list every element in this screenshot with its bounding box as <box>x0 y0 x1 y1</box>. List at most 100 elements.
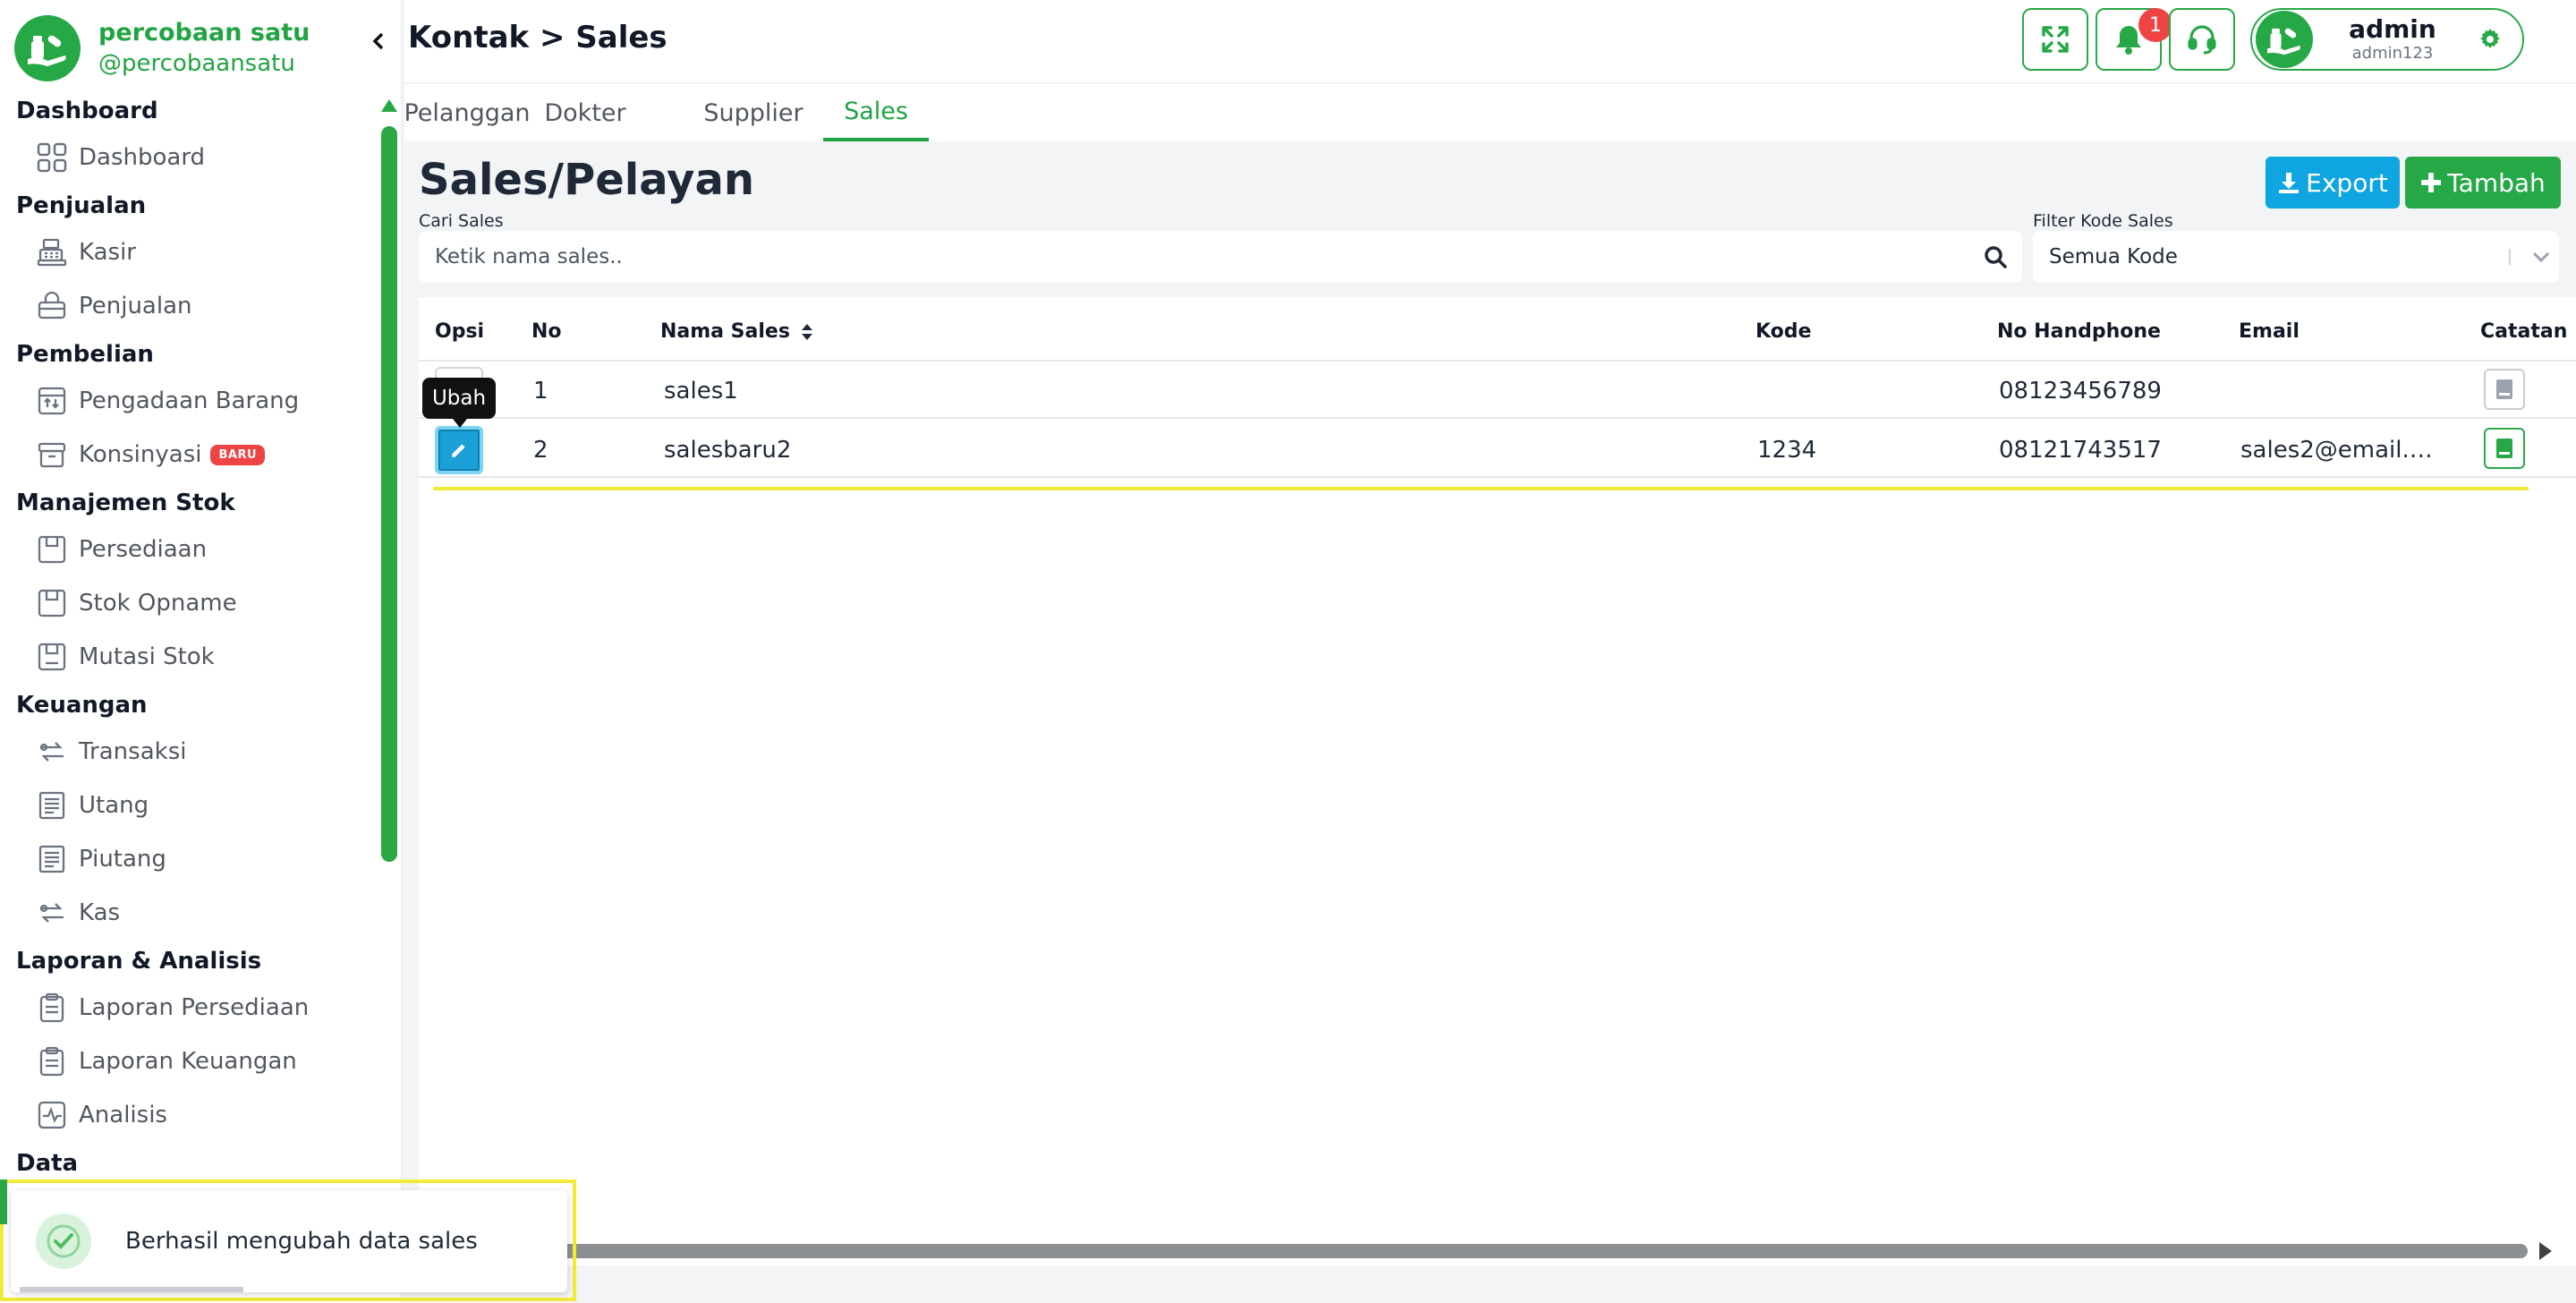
sidebar-item-persediaan[interactable]: Persediaan <box>0 523 376 576</box>
edit-button[interactable] <box>435 426 483 474</box>
sidebar-item-kasir[interactable]: Kasir <box>0 226 376 279</box>
page-title: Sales/Pelayan <box>419 155 755 205</box>
tab-dokter[interactable]: Dokter <box>540 84 630 141</box>
sidebar-item-laporan-persediaan[interactable]: Laporan Persediaan <box>0 981 376 1035</box>
cell-email: sales2@email.com <box>2240 437 2434 464</box>
search-field[interactable] <box>419 231 2022 283</box>
new-badge: BARU <box>210 444 266 465</box>
sidebar-item-label: Pengadaan Barang <box>79 387 300 414</box>
headset-icon <box>2188 25 2216 55</box>
add-sales-button[interactable]: Tambah <box>2405 157 2561 209</box>
note-button[interactable] <box>2484 369 2525 410</box>
sidebar-item-label: Kasir <box>79 239 136 266</box>
support-button[interactable] <box>2169 8 2235 71</box>
fullscreen-button[interactable] <box>2022 8 2088 71</box>
cell-nama-sales: sales1 <box>664 378 738 405</box>
gear-icon <box>2480 29 2500 48</box>
notebook-icon <box>2496 439 2512 458</box>
sidebar-item-label: Transaksi <box>79 738 187 765</box>
section-laporan-analisis: Laporan & Analisis <box>16 948 262 975</box>
transfer-icon <box>34 895 70 931</box>
sidebar-item-kas[interactable]: Kas <box>0 886 376 940</box>
highlight-underline <box>433 487 2529 490</box>
pharmacy-logo-icon <box>14 15 81 81</box>
section-keuangan: Keuangan <box>16 692 148 719</box>
sidebar-item-label: Persediaan <box>79 536 208 563</box>
sidebar-item-mutasi-stok[interactable]: Mutasi Stok <box>0 630 376 684</box>
add-label: Tambah <box>2447 167 2546 198</box>
col-header-nama-sales[interactable]: Nama Sales <box>660 319 813 345</box>
sidebar-item-label: Laporan Persediaan <box>79 994 310 1021</box>
user-menu[interactable]: admin admin123 <box>2250 8 2524 71</box>
select-separator <box>2509 249 2511 265</box>
section-data: Data <box>16 1150 79 1177</box>
sales-table: Opsi No Nama Sales Kode No Handphone Ema… <box>419 297 2576 1265</box>
notification-count-badge: 1 <box>2138 8 2172 42</box>
sidebar-item-analisis[interactable]: Analisis <box>0 1088 376 1142</box>
notifications-button[interactable]: 1 <box>2096 8 2172 71</box>
export-button[interactable]: Export <box>2266 157 2400 209</box>
contact-tabs: Pelanggan Dokter Supplier Sales <box>404 82 2576 141</box>
pharmacy-logo-icon <box>2267 28 2300 55</box>
sidebar: percobaan satu @percobaansatu Dashboard … <box>0 0 403 1303</box>
sidebar-scrollbar[interactable] <box>378 94 401 1213</box>
tab-sales[interactable]: Sales <box>823 84 929 141</box>
brand-name: percobaan satu <box>98 19 310 47</box>
table-horizontal-scrollbar[interactable] <box>555 1244 2528 1258</box>
note-button[interactable] <box>2484 428 2525 469</box>
cell-no-handphone: 08123456789 <box>1999 378 2162 405</box>
sidebar-item-stok-opname[interactable]: Stok Opname <box>0 576 376 630</box>
procurement-icon <box>34 383 70 419</box>
col-header-opsi: Opsi <box>435 320 485 343</box>
avatar <box>2256 11 2313 68</box>
section-pembelian: Pembelian <box>16 341 154 368</box>
sidebar-item-utang[interactable]: Utang <box>0 779 376 832</box>
sidebar-item-dashboard[interactable]: Dashboard <box>0 131 376 184</box>
sidebar-item-konsinyasi[interactable]: Konsinyasi BARU <box>0 428 376 481</box>
user-name: admin <box>2349 14 2436 44</box>
table-row: 2 salesbaru2 1234 08121743517 sales2@ema… <box>419 421 2576 478</box>
toast-progress-bar <box>20 1287 243 1292</box>
section-penjualan: Penjualan <box>16 192 147 219</box>
plus-icon <box>2420 172 2442 193</box>
section-dashboard: Dashboard <box>16 98 158 124</box>
col-header-kode: Kode <box>1756 320 1812 343</box>
sidebar-item-label: Mutasi Stok <box>79 643 215 670</box>
scroll-right-arrow-icon[interactable] <box>2539 1242 2552 1260</box>
chevron-down-icon[interactable] <box>2523 251 2559 263</box>
search-input[interactable] <box>435 245 1968 268</box>
cell-no: 2 <box>533 437 548 464</box>
filter-kode-select[interactable]: Semua Kode <box>2033 231 2559 283</box>
sidebar-item-label: Penjualan <box>79 293 192 319</box>
filter-selected-value: Semua Kode <box>2049 245 2178 268</box>
tab-supplier[interactable]: Supplier <box>700 84 807 141</box>
search-icon[interactable] <box>1968 244 2022 269</box>
toast-message: Berhasil mengubah data sales <box>125 1228 478 1255</box>
sidebar-item-transaksi[interactable]: Transaksi <box>0 725 376 779</box>
sidebar-scrollbar-thumb[interactable] <box>381 126 397 862</box>
sort-icon[interactable] <box>801 322 813 342</box>
sidebar-item-label: Utang <box>79 792 149 819</box>
chevron-left-icon <box>372 32 384 50</box>
sidebar-active-strip <box>0 1180 7 1224</box>
scroll-up-arrow-icon[interactable] <box>381 99 397 112</box>
section-manajemen-stok: Manajemen Stok <box>16 490 235 516</box>
user-username: admin123 <box>2351 44 2434 63</box>
sidebar-item-label: Laporan Keuangan <box>79 1048 297 1075</box>
stock-opname-icon <box>34 585 70 621</box>
sidebar-item-laporan-keuangan[interactable]: Laporan Keuangan <box>0 1035 376 1088</box>
cell-no-handphone: 08121743517 <box>1999 437 2162 464</box>
sidebar-item-pengadaan-barang[interactable]: Pengadaan Barang <box>0 374 376 428</box>
sidebar-item-piutang[interactable]: Piutang <box>0 832 376 886</box>
tab-pelanggan[interactable]: Pelanggan <box>404 84 530 141</box>
col-header-no: No <box>531 320 562 343</box>
brand-handle: @percobaansatu <box>98 50 295 77</box>
brand[interactable]: percobaan satu @percobaansatu <box>14 13 310 84</box>
table-row: 1 sales1 08123456789 <box>419 362 2576 419</box>
col-header-catatan: Catatan <box>2480 320 2568 343</box>
collapse-sidebar-button[interactable] <box>365 25 392 57</box>
settings-button[interactable] <box>2472 28 2508 51</box>
sidebar-item-penjualan[interactable]: Penjualan <box>0 279 376 333</box>
cell-nama-sales: salesbaru2 <box>664 437 792 464</box>
success-toast[interactable]: Berhasil mengubah data sales <box>11 1190 567 1292</box>
